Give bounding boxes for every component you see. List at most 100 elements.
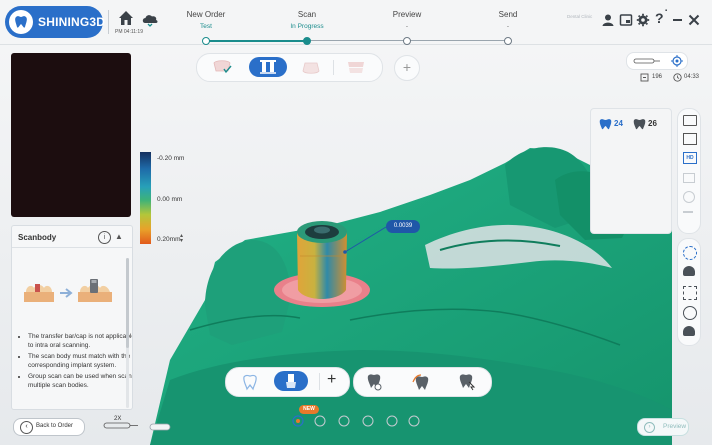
camera-preview [11, 53, 131, 217]
tooth-26-tab[interactable]: 26 [633, 117, 667, 131]
scanbody-illustration [24, 279, 112, 302]
scale-bottom-label: 0.20mm [157, 236, 181, 243]
tooth-icon [599, 119, 612, 130]
deviation-color-scale [140, 152, 151, 244]
frame-count: 196 [652, 74, 663, 80]
step-send-status: - [506, 23, 510, 30]
step-dot-scan [303, 37, 311, 45]
tooth-analysis-icon[interactable] [683, 266, 695, 276]
step-dot-preview [403, 37, 411, 45]
scale-top-label: -0.20 mm [157, 155, 185, 162]
select-tooth-icon[interactable] [458, 373, 476, 391]
chevron-right-icon: › [644, 422, 655, 433]
list-item: Group scan can be used when scan multipl… [28, 373, 132, 390]
scanner-device-indicator[interactable] [626, 52, 688, 70]
tooth-icon [633, 119, 646, 130]
scanbody-notes: The transfer bar/cap is not applicable t… [16, 333, 132, 393]
back-button-label: Back to Order [36, 423, 74, 429]
close-icon[interactable] [687, 13, 701, 27]
grid-view-icon[interactable] [683, 133, 697, 145]
view-tools-rail: HD [677, 108, 701, 234]
tooth-24-tab[interactable]: 24 [599, 117, 633, 131]
user-label: Dental Clinic [567, 14, 593, 19]
history-controls [292, 415, 420, 427]
lock-tooth-icon[interactable] [366, 373, 382, 391]
user-icon[interactable] [601, 13, 615, 27]
texture-icon[interactable] [683, 173, 695, 183]
step-dot-new-order [202, 37, 210, 45]
trim-tooth-icon[interactable] [412, 373, 430, 391]
hd-icon[interactable]: HD [683, 152, 697, 164]
scan-tools-rail [677, 238, 701, 346]
tooth-settings-icon[interactable] [683, 326, 695, 336]
step-new-order-status: Test [200, 23, 212, 30]
brand-logo: SHINING3D [5, 6, 106, 38]
frame-count-icon [640, 73, 649, 82]
scanbody-title: Scanbody [18, 233, 57, 242]
new-badge: NEW [299, 405, 319, 414]
scan-timer: 04:33 [684, 74, 700, 80]
settings-icon[interactable] [636, 13, 650, 27]
add-scanbody-button[interactable]: + [327, 371, 336, 389]
step-scan-status: In Progress [290, 23, 324, 30]
chevron-left-icon: ‹ [20, 421, 33, 434]
target-icon [671, 55, 683, 67]
step-new-order[interactable]: New Order [161, 10, 251, 19]
scanner-zoom-icon[interactable] [102, 418, 142, 432]
step-preview[interactable]: Preview [362, 10, 452, 19]
step-send[interactable]: Send [463, 10, 553, 19]
tooth-outline-icon[interactable] [242, 373, 258, 391]
toolbar-divider [319, 373, 320, 390]
auto-capture-icon[interactable] [683, 246, 697, 260]
clock-display: PM 04:11:19 [115, 29, 143, 35]
toolbar-divider [333, 60, 334, 75]
help-indicator-icon: ▪ [665, 8, 668, 14]
light-icon[interactable] [683, 191, 695, 203]
progress-fill [205, 39, 307, 42]
deviation-value-tooltip: 0.0039 [386, 220, 420, 233]
locate-icon[interactable] [683, 306, 697, 320]
timer-icon [673, 73, 682, 82]
tooth-selector-panel: 24 26 [590, 108, 672, 234]
add-scan-button[interactable]: + [394, 55, 420, 81]
chevron-up-icon[interactable]: ▲ [115, 232, 123, 241]
panel-divider [12, 247, 132, 248]
tooth-24-label: 24 [614, 119, 623, 128]
lower-jaw-button[interactable] [295, 57, 327, 77]
preview-button[interactable]: › Preview [637, 418, 689, 436]
panel-scrollbar-thumb[interactable] [126, 258, 129, 348]
tip-indicator-icon [149, 423, 171, 431]
screenshot-icon[interactable] [683, 115, 697, 126]
back-to-order-button[interactable]: ‹ Back to Order [13, 418, 85, 436]
crop-icon[interactable] [683, 286, 697, 300]
step-dot-send [504, 37, 512, 45]
tooth-26-label: 26 [648, 119, 657, 128]
edit-tools-toolbar [353, 367, 492, 397]
clip-icon[interactable] [683, 211, 693, 223]
scan-type-toolbar [196, 53, 383, 82]
step-scan[interactable]: Scan [262, 10, 352, 19]
scanner-zoom-label: 2X [114, 416, 122, 422]
info-icon[interactable]: i [98, 231, 111, 244]
step-preview-status: - [405, 23, 409, 30]
scan-action-toolbar: + [225, 367, 350, 397]
scanbody-mode-button[interactable] [249, 57, 287, 77]
help-icon[interactable]: ? [655, 10, 664, 26]
window-icon[interactable] [619, 13, 633, 27]
cloud-sync-icon[interactable] [141, 11, 159, 27]
home-icon[interactable] [117, 9, 135, 27]
bite-scan-button[interactable] [340, 57, 372, 77]
list-item: The transfer bar/cap is not applicable t… [28, 333, 132, 350]
scale-mid-label: 0.00 mm [157, 196, 183, 203]
tooth-logo-icon [9, 10, 33, 34]
scale-adjust-icon[interactable]: ▴ ▾ [180, 233, 183, 244]
scanbody-panel: Scanbody i ▲ The transfer bar/cap is not… [11, 225, 133, 410]
list-item: The scan body must match with the corres… [28, 353, 132, 370]
scanbody-scan-button[interactable] [274, 371, 308, 391]
scanner-icon [633, 58, 660, 64]
preview-button-label: Preview [663, 423, 687, 430]
minimize-icon[interactable] [673, 19, 682, 21]
brand-name: SHINING3D [38, 15, 106, 29]
header-divider [108, 10, 109, 34]
upper-jaw-button[interactable] [206, 57, 238, 77]
